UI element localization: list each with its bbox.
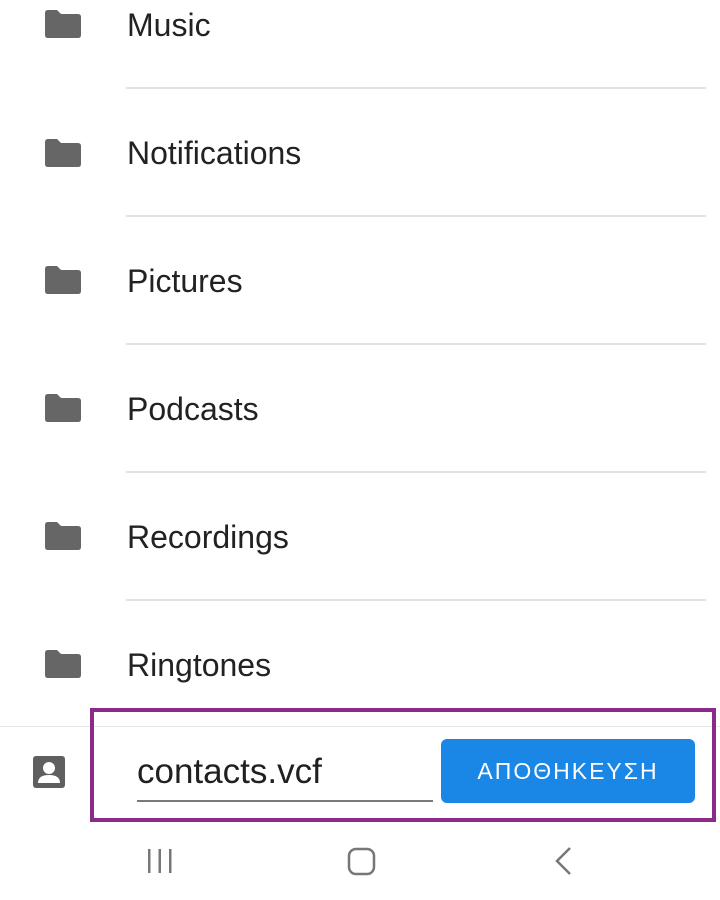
folder-item-notifications[interactable]: Notifications xyxy=(0,128,720,214)
folder-label: Ringtones xyxy=(127,647,272,683)
divider xyxy=(126,599,706,601)
contact-icon xyxy=(33,756,65,788)
back-icon[interactable] xyxy=(545,842,585,882)
divider xyxy=(126,471,706,473)
folder-item-podcasts[interactable]: Podcasts xyxy=(0,384,720,470)
folder-icon xyxy=(45,10,81,38)
recents-icon[interactable] xyxy=(140,842,180,882)
folder-label: Notifications xyxy=(127,135,302,171)
folder-item-pictures[interactable]: Pictures xyxy=(0,256,720,342)
divider xyxy=(126,343,706,345)
folder-item-recordings[interactable]: Recordings xyxy=(0,512,720,598)
folder-icon xyxy=(45,139,81,167)
folder-label: Pictures xyxy=(127,263,243,299)
folder-icon xyxy=(45,650,81,678)
home-icon[interactable] xyxy=(342,842,382,882)
highlight-box xyxy=(90,708,716,822)
folder-icon xyxy=(45,266,81,294)
file-picker-screen: Music Notifications Pictures Podcasts Re… xyxy=(0,0,720,900)
folder-label: Podcasts xyxy=(127,391,259,427)
folder-icon xyxy=(45,394,81,422)
divider xyxy=(126,215,706,217)
folder-label: Music xyxy=(127,7,211,43)
folder-label: Recordings xyxy=(127,519,289,555)
navigation-bar xyxy=(0,826,720,900)
divider xyxy=(126,87,706,89)
folder-item-music[interactable]: Music xyxy=(0,0,720,86)
folder-icon xyxy=(45,522,81,550)
